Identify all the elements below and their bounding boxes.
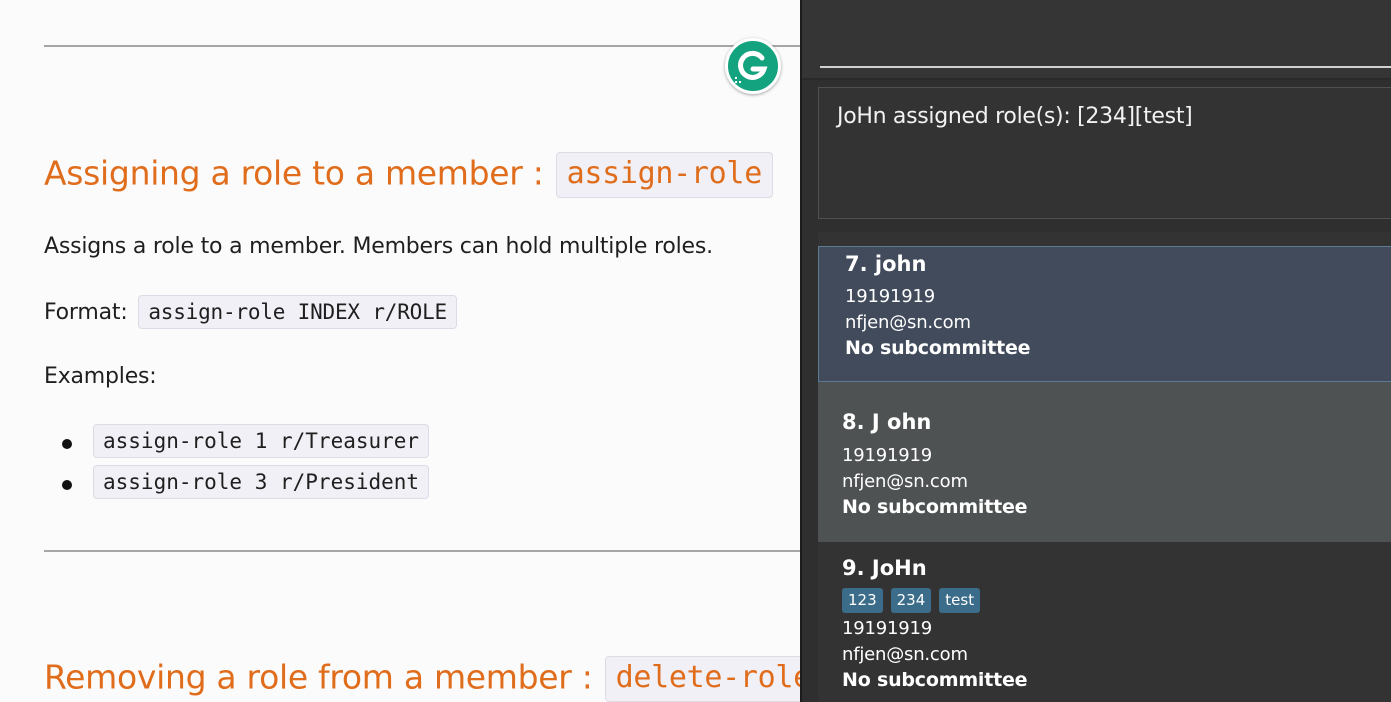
member-name: 8. J ohn	[842, 410, 932, 434]
role-tag: 234	[890, 588, 932, 613]
member-subcommittee: No subcommittee	[842, 496, 1028, 518]
bullet-icon	[62, 439, 72, 449]
role-tags: 123 234 test	[842, 588, 981, 613]
role-tag: test	[939, 588, 981, 613]
format-label: Format:	[44, 300, 128, 325]
heading-code: assign-role	[555, 152, 773, 198]
command-input-underline	[820, 66, 1391, 68]
member-email: nfjen@sn.com	[845, 312, 971, 333]
member-subcommittee: No subcommittee	[842, 669, 1028, 691]
result-display: JoHn assigned role(s): [234][test]	[818, 87, 1391, 219]
divider	[44, 550, 800, 552]
section-heading-assign-role: Assigning a role to a member : assign-rol…	[44, 152, 773, 198]
member-phone: 19191919	[842, 445, 933, 466]
format-code: assign-role INDEX r/ROLE	[138, 295, 457, 329]
divider	[44, 45, 800, 47]
heading-text: Removing a role from a member :	[44, 657, 593, 697]
member-list[interactable]: 7. john 19191919 nfjen@sn.com No subcomm…	[818, 232, 1391, 702]
result-message: JoHn assigned role(s): [234][test]	[837, 104, 1193, 129]
examples-label: Examples:	[44, 364, 157, 389]
heading-code: delete-role	[604, 656, 800, 702]
command-box-area[interactable]	[802, 0, 1391, 80]
member-email: nfjen@sn.com	[842, 471, 968, 492]
member-name: 9. JoHn	[842, 556, 927, 580]
section-description: Assigns a role to a member. Members can …	[44, 234, 713, 259]
member-phone: 19191919	[842, 618, 933, 639]
bullet-icon	[62, 480, 72, 490]
member-card[interactable]: 7. john 19191919 nfjen@sn.com No subcomm…	[818, 246, 1391, 382]
member-email: nfjen@sn.com	[842, 644, 968, 665]
member-card[interactable]: 8. J ohn 19191919 nfjen@sn.com No subcom…	[818, 382, 1391, 542]
section-heading-delete-role: Removing a role from a member : delete-ro…	[44, 656, 800, 702]
role-tag: 123	[842, 588, 883, 613]
example-code: assign-role 3 r/President	[93, 465, 430, 499]
format-line: Format: assign-role INDEX r/ROLE	[44, 295, 457, 329]
heading-text: Assigning a role to a member :	[44, 153, 544, 193]
user-guide-page: Assigning a role to a member : assign-rol…	[0, 0, 800, 702]
member-subcommittee: No subcommittee	[845, 337, 1031, 359]
member-phone: 19191919	[845, 286, 936, 307]
member-name: 7. john	[845, 252, 927, 276]
example-code: assign-role 1 r/Treasurer	[93, 424, 430, 458]
member-card[interactable]: 9. JoHn 123 234 test 19191919 nfjen@sn.c…	[818, 542, 1391, 702]
grammarly-icon[interactable]	[725, 38, 781, 94]
app-window: JoHn assigned role(s): [234][test] 7. jo…	[800, 0, 1391, 702]
